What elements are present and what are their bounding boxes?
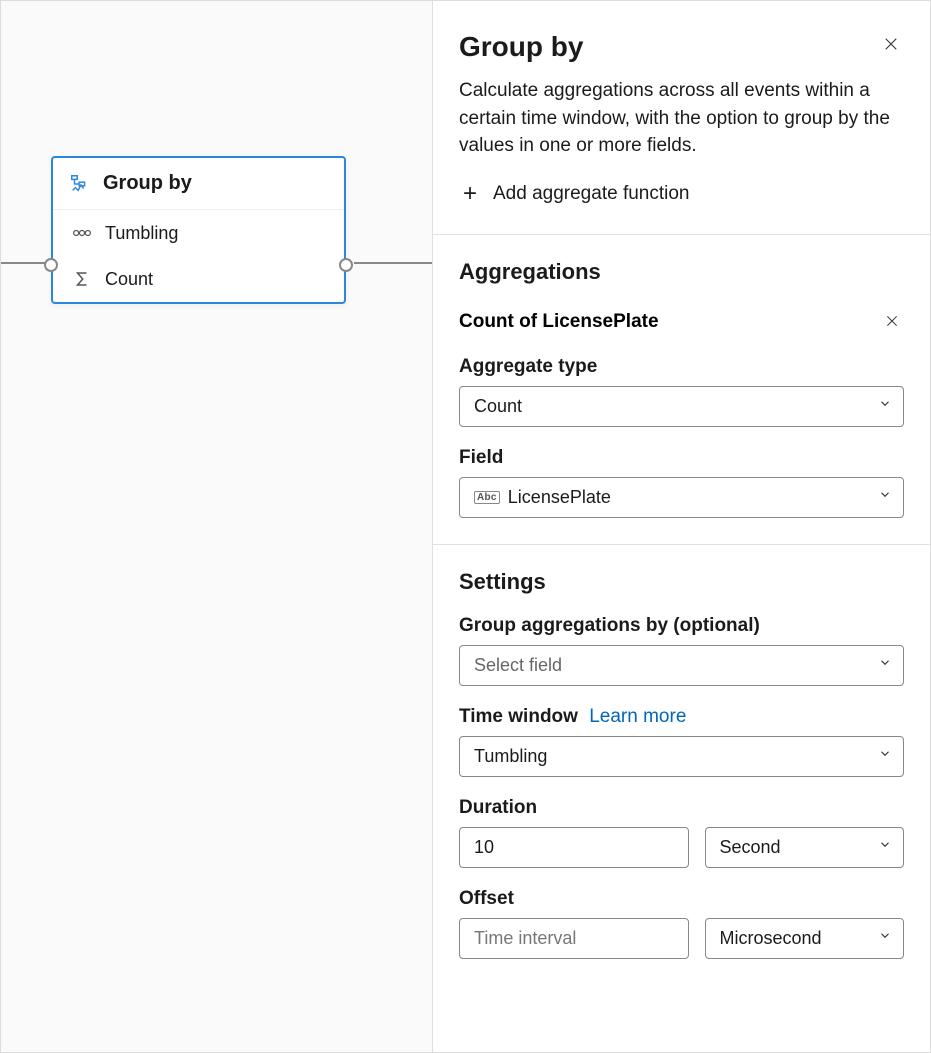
settings-heading: Settings [459, 569, 904, 595]
node-header[interactable]: Group by [53, 158, 344, 210]
duration-label: Duration [459, 797, 904, 819]
offset-unit-select[interactable]: Microsecond [705, 918, 905, 959]
node-title: Group by [103, 172, 192, 195]
aggregate-field-label: Field [459, 447, 904, 469]
time-window-value: Tumbling [474, 746, 547, 767]
node-port-output[interactable] [339, 258, 353, 272]
aggregate-type-label: Aggregate type [459, 356, 904, 378]
aggregate-field-select[interactable]: Abc LicensePlate [459, 477, 904, 518]
aggregate-type-value: Count [474, 396, 522, 417]
aggregation-name: Count of LicensePlate [459, 311, 659, 333]
groupby-node[interactable]: Group by Tumbling Count [51, 156, 346, 304]
group-by-label: Group aggregations by (optional) [459, 615, 904, 637]
panel-title: Group by [459, 31, 583, 63]
tumbling-window-icon [71, 222, 93, 244]
offset-input[interactable] [459, 918, 689, 959]
node-port-input[interactable] [44, 258, 58, 272]
plus-icon: + [459, 180, 481, 208]
node-row-aggregate[interactable]: Count [53, 256, 344, 302]
group-by-select[interactable]: Select field [459, 645, 904, 686]
learn-more-link[interactable]: Learn more [589, 706, 686, 727]
time-window-label-text: Time window [459, 706, 578, 727]
close-icon [882, 35, 900, 53]
time-window-label: Time window Learn more [459, 706, 904, 728]
aggregate-field-value: LicensePlate [508, 487, 611, 508]
divider [433, 544, 930, 545]
remove-aggregation-button[interactable] [880, 309, 904, 336]
aggregate-type-select[interactable]: Count [459, 386, 904, 427]
edge-right [354, 262, 432, 264]
canvas[interactable]: Group by Tumbling Count [1, 1, 432, 1052]
duration-input[interactable] [459, 827, 689, 868]
add-aggregate-button[interactable]: + Add aggregate function [459, 180, 904, 208]
group-by-value: Select field [474, 655, 562, 676]
time-window-select[interactable]: Tumbling [459, 736, 904, 777]
duration-unit-value: Second [720, 837, 781, 858]
add-aggregate-label: Add aggregate function [493, 183, 690, 205]
node-row-window-label: Tumbling [105, 223, 178, 244]
offset-label: Offset [459, 888, 904, 910]
node-row-aggregate-label: Count [105, 269, 153, 290]
aggregations-heading: Aggregations [459, 259, 904, 285]
duration-unit-select[interactable]: Second [705, 827, 905, 868]
node-row-window[interactable]: Tumbling [53, 210, 344, 256]
string-type-icon: Abc [474, 491, 500, 504]
close-panel-button[interactable] [878, 31, 904, 60]
panel-description: Calculate aggregations across all events… [459, 77, 904, 160]
close-icon [884, 313, 900, 329]
divider [433, 234, 930, 235]
properties-panel: Group by Calculate aggregations across a… [432, 1, 930, 1052]
offset-unit-value: Microsecond [720, 928, 822, 949]
sigma-icon [71, 268, 93, 290]
groupby-icon [69, 173, 91, 195]
